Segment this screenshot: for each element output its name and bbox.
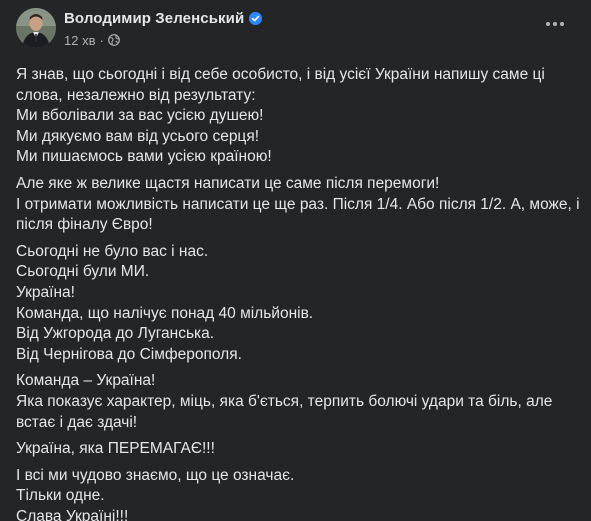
post-text-line: Сьогодні були МИ. [16, 263, 150, 281]
post-header: Володимир Зеленський 12 хв · [16, 8, 575, 52]
post-text-line: Але яке ж велике щастя написати це саме … [16, 174, 440, 192]
post-paragraph: Команда – Україна! Яка показує характер, … [16, 371, 575, 433]
globe-icon[interactable] [107, 34, 120, 46]
post-paragraph: Україна, яка ПЕРЕМАГАЄ!!! [16, 439, 575, 460]
post-body: Я знав, що сьогодні і від себе особисто,… [16, 65, 580, 521]
post-text-line: Я знав, що сьогодні і від себе особисто,… [16, 66, 545, 83]
post-text-line: І отримати можливість написати це ще раз… [16, 195, 580, 213]
verified-badge-icon [249, 11, 263, 25]
author-name[interactable]: Володимир Зеленський [64, 10, 244, 27]
avatar-image [16, 8, 56, 48]
post-paragraph: І всі ми чудово знаємо, що це означає. Ті… [16, 466, 575, 521]
post-text-line: встає і дає здачі! [16, 413, 138, 431]
post-text-line: Україна! [16, 283, 75, 301]
author-avatar[interactable] [16, 8, 56, 48]
separator-dot: · [99, 32, 104, 48]
post-text-line: Тільки одне. [16, 487, 105, 505]
post-text-line: Слава Україні!!! [16, 507, 129, 521]
timestamp-row: 12 хв · [64, 32, 262, 48]
post-text-line: слова, незалежно від результату: [16, 86, 256, 104]
post-text-line: Ми пишаємось вами усією країною! [16, 148, 272, 166]
post-text-line: Сьогодні не було вас і нас. [16, 242, 209, 260]
post-text-line: Україна, яка ПЕРЕМАГАЄ!!! [16, 440, 215, 458]
post-text-line: Команда, що налічує понад 40 мільйонів. [16, 304, 314, 322]
post-text-line: Ми вболівали за вас усією душею! [16, 107, 264, 125]
facebook-post: Володимир Зеленський 12 хв · Я знав, що … [0, 0, 591, 521]
author-row: Володимир Зеленський [64, 9, 263, 27]
post-meta: Володимир Зеленський 12 хв · [64, 8, 263, 48]
post-text-line: Від Ужгорода до Луганська. [16, 325, 215, 343]
post-text-line: Яка показує характер, міць, яка б'ється,… [16, 392, 553, 410]
post-timestamp[interactable]: 12 хв [64, 33, 95, 48]
post-text-line: І всі ми чудово знаємо, що це означає. [16, 466, 295, 484]
post-text-line: після фіналу Євро! [16, 216, 153, 234]
post-paragraph: Я знав, що сьогодні і від себе особисто,… [16, 65, 575, 168]
post-text-line: Від Чернігова до Сімферополя. [16, 345, 242, 363]
more-options-icon[interactable] [537, 10, 573, 38]
post-paragraph: Сьогодні не було вас і нас. Сьогодні були… [16, 242, 575, 366]
post-text-line: Команда – Україна! [16, 372, 156, 390]
post-text-line: Ми дякуємо вам від усього серця! [16, 127, 260, 145]
post-paragraph: Але яке ж велике щастя написати це саме … [16, 174, 580, 236]
